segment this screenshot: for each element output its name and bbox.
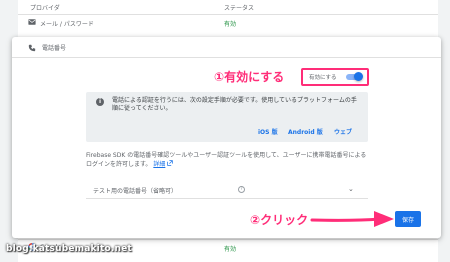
annotation-step2: ②クリック xyxy=(250,213,309,227)
android-link[interactable]: Android 版 xyxy=(288,127,323,136)
consent-text: Firebase SDK の電話番号確認ツールやユーザー認証ツールを使用して、ユ… xyxy=(86,152,368,169)
annotation-step1: ①有効にする xyxy=(214,70,285,84)
enable-label: 有効にする xyxy=(309,75,337,81)
learn-more-link[interactable]: 詳細 xyxy=(153,161,165,168)
provider-status: 有効 xyxy=(224,21,237,28)
watermark: blog.katsubemakito.net xyxy=(6,244,132,254)
ios-link[interactable]: iOS 版 xyxy=(258,127,278,136)
test-phone-numbers-accordion[interactable]: テスト用の電話番号（省略可） ? ⌄ xyxy=(86,181,368,199)
save-button[interactable]: 保存 xyxy=(395,211,421,227)
external-link-icon xyxy=(167,160,174,166)
consent-body: Firebase SDK の電話番号確認ツールやユーザー認証ツールを使用して、ユ… xyxy=(86,152,367,168)
table-header: プロバイダ ステータス xyxy=(18,0,438,14)
web-link[interactable]: ウェブ xyxy=(334,127,352,136)
mail-icon xyxy=(28,19,36,25)
test-phone-numbers-label: テスト用の電話番号（省略可） xyxy=(93,188,178,195)
table-row[interactable]: メール / パスワード 有効 xyxy=(18,14,438,30)
divider xyxy=(12,57,441,58)
enable-toggle-knob[interactable] xyxy=(354,72,363,81)
setup-info-text: 電話による認証を行うには、次の設定手順が必要です。使用しているプラットフォームの… xyxy=(112,97,357,112)
column-header-provider: プロバイダ xyxy=(30,5,60,12)
card-title: 電話番号 xyxy=(28,43,66,52)
column-header-status: ステータス xyxy=(224,5,255,12)
info-icon: i xyxy=(96,98,104,106)
provider-status: 有効 xyxy=(224,246,237,253)
card-title-text: 電話番号 xyxy=(42,45,67,52)
help-icon[interactable]: ? xyxy=(238,186,245,193)
arrow-icon xyxy=(310,211,394,227)
phone-icon xyxy=(28,44,36,51)
provider-name: メール / パスワード xyxy=(40,21,94,28)
chevron-down-icon: ⌄ xyxy=(348,185,354,193)
